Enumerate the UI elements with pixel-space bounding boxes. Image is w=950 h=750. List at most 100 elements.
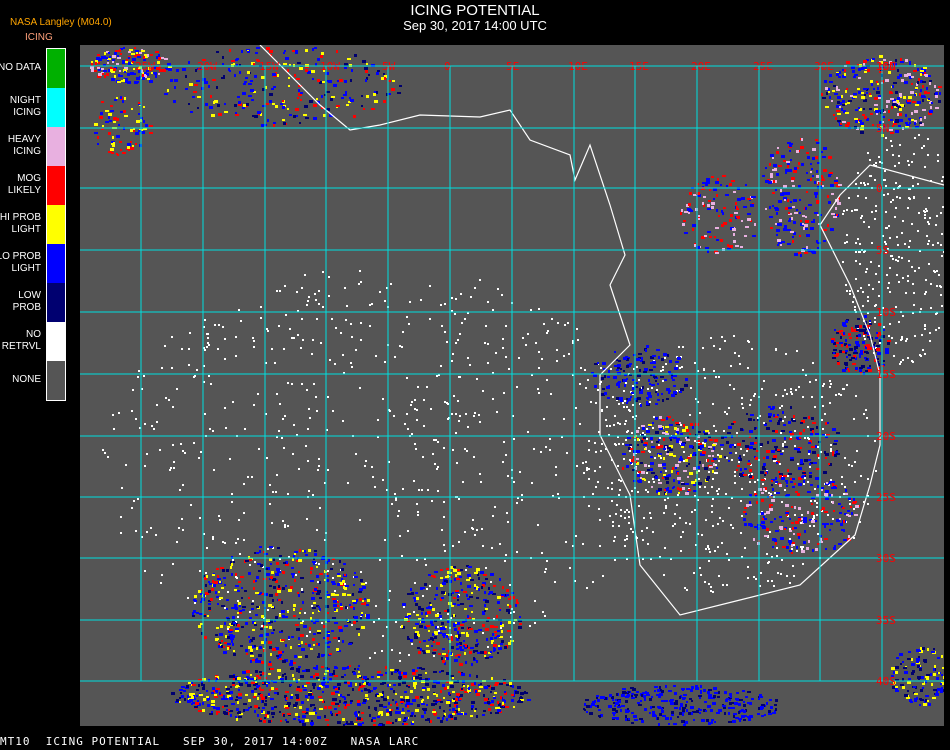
icing-pixel: [110, 148, 114, 151]
icing-pixel: [928, 98, 930, 100]
icing-pixel: [262, 700, 264, 703]
icing-pixel: [798, 518, 801, 521]
icing-pixel: [91, 69, 94, 72]
icing-pixel: [291, 567, 294, 569]
icing-pixel: [832, 501, 834, 504]
icing-pixel: [114, 99, 117, 101]
icing-pixel: [204, 413, 206, 415]
icing-pixel: [334, 708, 337, 710]
icing-pixel: [704, 467, 708, 470]
icing-pixel: [222, 56, 224, 59]
icing-pixel: [136, 81, 139, 83]
icing-pixel: [428, 574, 431, 576]
icing-pixel: [291, 573, 295, 575]
icing-pixel: [242, 92, 246, 95]
icing-pixel: [837, 362, 840, 365]
icing-pixel: [307, 300, 309, 302]
icing-pixel: [509, 682, 512, 685]
icing-pixel: [519, 623, 522, 625]
icing-pixel: [729, 245, 733, 248]
icing-pixel: [929, 110, 933, 113]
icing-pixel: [491, 547, 493, 549]
icing-pixel: [708, 455, 711, 457]
icing-pixel: [609, 425, 611, 427]
icing-pixel: [807, 156, 810, 159]
icing-pixel: [909, 122, 911, 124]
icing-pixel: [870, 113, 873, 115]
icing-pixel: [784, 199, 786, 201]
icing-pixel: [895, 130, 899, 133]
icing-pixel: [859, 367, 863, 369]
icing-pixel: [410, 588, 412, 591]
icing-pixel: [227, 591, 229, 593]
icing-pixel: [582, 543, 584, 545]
icing-pixel: [698, 478, 700, 480]
icing-pixel: [297, 62, 301, 64]
icing-pixel: [327, 612, 329, 614]
icing-pixel: [761, 512, 764, 515]
icing-pixel: [789, 438, 792, 440]
icing-pixel: [147, 78, 150, 80]
icing-pixel: [224, 542, 226, 544]
icing-pixel: [417, 704, 420, 707]
icing-pixel: [743, 454, 745, 456]
icing-pixel: [508, 642, 511, 645]
icing-pixel: [779, 463, 781, 465]
icing-pixel: [295, 694, 299, 696]
icing-pixel: [853, 498, 855, 501]
icing-pixel: [408, 615, 411, 617]
icing-pixel: [342, 593, 346, 596]
icing-pixel: [785, 512, 789, 514]
icing-pixel: [461, 632, 465, 634]
icing-pixel: [841, 483, 843, 485]
icing-pixel: [681, 366, 683, 368]
icing-pixel: [157, 61, 160, 64]
icing-pixel: [823, 471, 827, 474]
icing-pixel: [918, 78, 920, 81]
icing-pixel: [305, 719, 309, 722]
icing-pixel: [928, 197, 930, 199]
icing-pixel: [339, 629, 343, 632]
icing-pixel: [194, 602, 196, 604]
icing-pixel: [685, 378, 688, 381]
icing-pixel: [867, 478, 869, 480]
icing-pixel: [563, 355, 565, 357]
icing-pixel: [358, 591, 362, 593]
icing-pixel: [273, 124, 275, 127]
icing-pixel: [602, 575, 604, 577]
icing-pixel: [269, 546, 273, 548]
icing-pixel: [831, 193, 834, 195]
icing-pixel: [406, 685, 408, 687]
icing-pixel: [681, 483, 685, 485]
icing-pixel: [317, 79, 320, 82]
icing-pixel: [932, 244, 934, 246]
icing-pixel: [599, 519, 601, 521]
icing-pixel: [873, 344, 875, 346]
icing-pixel: [738, 457, 740, 459]
icing-pixel: [217, 575, 219, 578]
icing-pixel: [432, 633, 434, 636]
icing-pixel: [911, 112, 913, 115]
icing-pixel: [207, 704, 210, 707]
icing-pixel: [660, 445, 663, 448]
icing-pixel: [327, 469, 329, 471]
icing-pixel: [854, 306, 856, 308]
icing-pixel: [841, 344, 843, 347]
icing-pixel: [745, 513, 747, 515]
icing-pixel: [240, 320, 242, 322]
icing-pixel: [290, 660, 293, 663]
icing-pixel: [887, 340, 891, 342]
icing-pixel: [359, 598, 362, 601]
icing-pixel: [438, 630, 440, 632]
icing-pixel: [886, 105, 888, 108]
icing-pixel: [816, 502, 818, 504]
icing-pixel: [914, 122, 916, 125]
icing-pixel: [340, 332, 342, 334]
icing-pixel: [342, 640, 344, 643]
icing-pixel: [714, 236, 716, 238]
icing-pixel: [779, 516, 782, 518]
icing-pixel: [493, 644, 497, 647]
icing-pixel: [216, 596, 219, 598]
icing-pixel: [625, 444, 629, 446]
icing-pixel: [226, 599, 229, 601]
